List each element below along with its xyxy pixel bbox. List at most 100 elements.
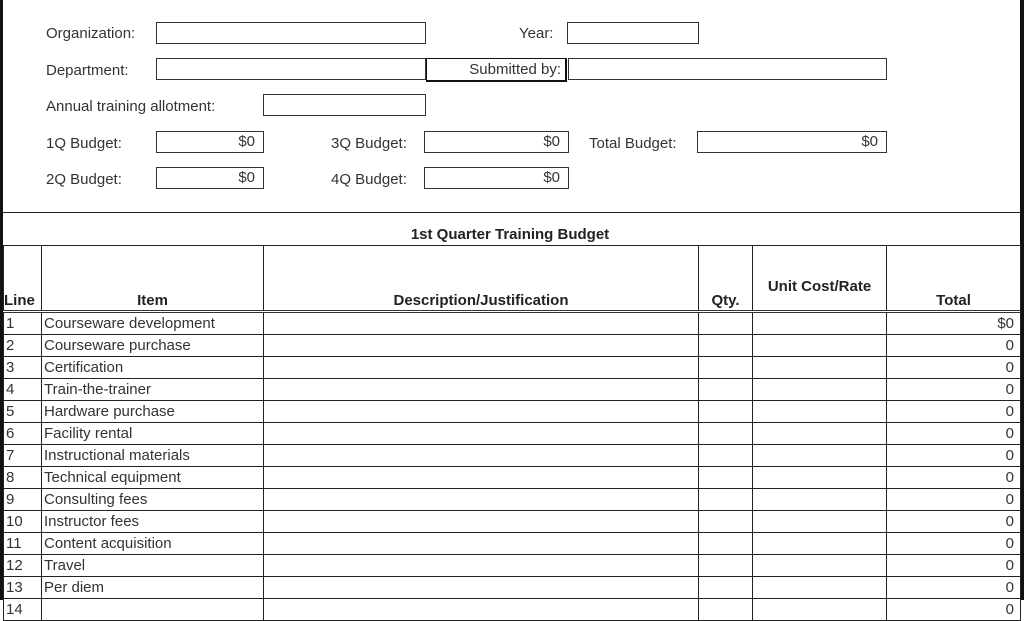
table-row: 3 Certification 0 — [3, 356, 1021, 379]
line-cell: 10 — [3, 510, 42, 533]
qty-cell[interactable] — [698, 598, 753, 621]
total-cell: 0 — [886, 598, 1021, 621]
section-divider — [3, 212, 1020, 213]
q2-budget-field[interactable]: $0 — [156, 167, 264, 189]
item-cell[interactable]: Certification — [41, 356, 264, 379]
qty-cell[interactable] — [698, 488, 753, 511]
q4-budget-label: 4Q Budget: — [331, 171, 407, 188]
allotment-field[interactable] — [263, 94, 426, 116]
year-label: Year: — [519, 25, 554, 42]
q4-budget-field[interactable]: $0 — [424, 167, 569, 189]
total-cell: 0 — [886, 422, 1021, 445]
unit-cost-cell[interactable] — [752, 466, 887, 489]
unit-cost-cell[interactable] — [752, 356, 887, 379]
total-cell: 0 — [886, 444, 1021, 467]
description-cell[interactable] — [263, 510, 699, 533]
item-cell[interactable]: Train-the-trainer — [41, 378, 264, 401]
line-cell: 5 — [3, 400, 42, 423]
qty-cell[interactable] — [698, 510, 753, 533]
qty-cell[interactable] — [698, 400, 753, 423]
item-cell[interactable]: Courseware development — [41, 311, 264, 335]
unit-cost-cell[interactable] — [752, 488, 887, 511]
qty-cell[interactable] — [698, 444, 753, 467]
submitted-by-label[interactable]: Submitted by: — [426, 58, 567, 82]
total-cell: 0 — [886, 576, 1021, 599]
item-cell[interactable]: Consulting fees — [41, 488, 264, 511]
description-cell[interactable] — [263, 488, 699, 511]
item-cell[interactable]: Travel — [41, 554, 264, 577]
submitted-by-field[interactable] — [568, 58, 887, 80]
table-title: 1st Quarter Training Budget — [410, 226, 610, 243]
table-row: 4 Train-the-trainer 0 — [3, 378, 1021, 401]
column-header-item: Item — [41, 245, 264, 313]
q3-budget-field[interactable]: $0 — [424, 131, 569, 153]
line-cell: 3 — [3, 356, 42, 379]
unit-cost-cell[interactable] — [752, 422, 887, 445]
qty-cell[interactable] — [698, 378, 753, 401]
q1-budget-field[interactable]: $0 — [156, 131, 264, 153]
total-cell: 0 — [886, 378, 1021, 401]
item-cell[interactable]: Instructional materials — [41, 444, 264, 467]
item-cell[interactable]: Instructor fees — [41, 510, 264, 533]
unit-cost-cell[interactable] — [752, 444, 887, 467]
line-cell: 8 — [3, 466, 42, 489]
line-cell: 11 — [3, 532, 42, 555]
qty-cell[interactable] — [698, 311, 753, 335]
total-cell: 0 — [886, 554, 1021, 577]
line-cell: 4 — [3, 378, 42, 401]
unit-cost-cell[interactable] — [752, 598, 887, 621]
unit-cost-cell[interactable] — [752, 532, 887, 555]
table-row: 2 Courseware purchase 0 — [3, 334, 1021, 357]
item-cell[interactable]: Per diem — [41, 576, 264, 599]
line-cell: 9 — [3, 488, 42, 511]
description-cell[interactable] — [263, 598, 699, 621]
organization-field[interactable] — [156, 22, 426, 44]
table-row: 12 Travel 0 — [3, 554, 1021, 577]
item-cell[interactable] — [41, 598, 264, 621]
qty-cell[interactable] — [698, 466, 753, 489]
table-row: 6 Facility rental 0 — [3, 422, 1021, 445]
unit-cost-cell[interactable] — [752, 576, 887, 599]
qty-cell[interactable] — [698, 356, 753, 379]
column-header-unit-cost: Unit Cost/Rate — [752, 245, 887, 313]
q3-budget-label: 3Q Budget: — [331, 135, 407, 152]
line-cell: 12 — [3, 554, 42, 577]
qty-cell[interactable] — [698, 554, 753, 577]
item-cell[interactable]: Hardware purchase — [41, 400, 264, 423]
item-cell[interactable]: Content acquisition — [41, 532, 264, 555]
description-cell[interactable] — [263, 466, 699, 489]
description-cell[interactable] — [263, 334, 699, 357]
item-cell[interactable]: Technical equipment — [41, 466, 264, 489]
qty-cell[interactable] — [698, 334, 753, 357]
item-cell[interactable]: Facility rental — [41, 422, 264, 445]
qty-cell[interactable] — [698, 532, 753, 555]
allotment-label: Annual training allotment: — [46, 98, 216, 115]
unit-cost-cell[interactable] — [752, 510, 887, 533]
table-header-row: Line Item Description/Justification Qty.… — [3, 245, 1021, 313]
department-field[interactable] — [156, 58, 426, 80]
line-cell: 7 — [3, 444, 42, 467]
description-cell[interactable] — [263, 422, 699, 445]
description-cell[interactable] — [263, 532, 699, 555]
total-budget-field[interactable]: $0 — [697, 131, 887, 153]
unit-cost-cell[interactable] — [752, 334, 887, 357]
table-row: 14 0 — [3, 598, 1021, 621]
unit-cost-cell[interactable] — [752, 311, 887, 335]
description-cell[interactable] — [263, 576, 699, 599]
qty-cell[interactable] — [698, 576, 753, 599]
description-cell[interactable] — [263, 444, 699, 467]
table-row: 10 Instructor fees 0 — [3, 510, 1021, 533]
total-cell: 0 — [886, 466, 1021, 489]
description-cell[interactable] — [263, 311, 699, 335]
unit-cost-cell[interactable] — [752, 378, 887, 401]
unit-cost-cell[interactable] — [752, 400, 887, 423]
organization-label: Organization: — [46, 25, 136, 42]
description-cell[interactable] — [263, 356, 699, 379]
unit-cost-cell[interactable] — [752, 554, 887, 577]
description-cell[interactable] — [263, 554, 699, 577]
description-cell[interactable] — [263, 378, 699, 401]
qty-cell[interactable] — [698, 422, 753, 445]
item-cell[interactable]: Courseware purchase — [41, 334, 264, 357]
description-cell[interactable] — [263, 400, 699, 423]
year-field[interactable] — [567, 22, 699, 44]
